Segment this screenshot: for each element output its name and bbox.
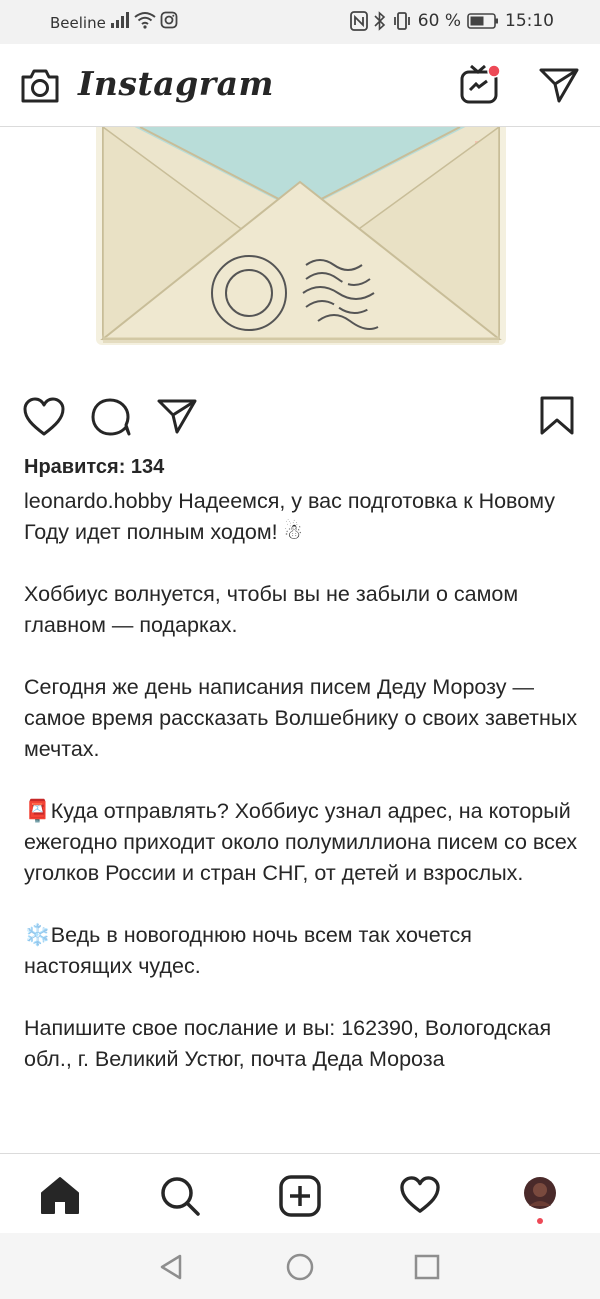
home-button-icon[interactable] [286, 1253, 314, 1281]
status-right: 60 % 15:10 [349, 11, 554, 31]
share-icon[interactable] [156, 397, 198, 435]
back-icon[interactable] [158, 1253, 184, 1281]
comment-icon[interactable] [90, 397, 132, 437]
wifi-icon [134, 12, 156, 29]
envelope-illustration [96, 81, 506, 345]
vibrate-icon [393, 12, 410, 30]
heart-icon[interactable] [22, 397, 66, 437]
home-icon[interactable] [40, 1175, 80, 1215]
post-caption: leonardo.hobby Надеемся, у вас подготовк… [24, 486, 584, 1106]
recents-icon[interactable] [414, 1254, 440, 1280]
system-navigation-bar [0, 1233, 600, 1299]
activity-heart-icon[interactable] [399, 1176, 441, 1214]
top-bar: Instagram [0, 44, 600, 127]
nfc-icon [349, 11, 368, 31]
igtv-icon[interactable] [458, 62, 504, 106]
post-image[interactable] [0, 81, 600, 380]
clock: 15:10 [505, 11, 554, 31]
caption-paragraph: Хоббиус волнуется, чтобы вы не забыли о … [24, 582, 519, 637]
bluetooth-icon [374, 11, 385, 31]
caption-first-paragraph: leonardo.hobby Надеемся, у вас подготовк… [24, 486, 584, 548]
status-bar: Beeline 60 % 15:10 [0, 0, 600, 44]
battery-icon [467, 13, 498, 29]
post-username[interactable]: leonardo.hobby [24, 489, 172, 513]
search-icon[interactable] [159, 1175, 201, 1217]
caption-paragraph: ❄️Ведь в новогоднюю ночь всем так хочетс… [24, 923, 472, 978]
direct-message-icon[interactable] [538, 66, 580, 104]
profile-avatar[interactable] [521, 1176, 559, 1226]
caption-paragraph: Сегодня же день написания писем Деду Мор… [24, 675, 578, 761]
status-left-icons [110, 11, 178, 29]
caption-paragraph: 📮Куда отправлять? Хоббиус узнал адрес, н… [24, 799, 578, 885]
bookmark-icon[interactable] [538, 395, 576, 437]
add-post-icon[interactable] [279, 1175, 321, 1217]
signal-icon [111, 12, 129, 28]
battery-percent: 60 % [417, 11, 461, 31]
bottom-navigation [0, 1153, 600, 1234]
camera-icon[interactable] [20, 68, 60, 104]
instagram-logo: Instagram [78, 64, 274, 103]
caption-paragraph: Напишите свое послание и вы: 162390, Вол… [24, 1016, 552, 1071]
likes-count[interactable]: Нравится: 134 [24, 456, 164, 479]
instagram-notification-icon [160, 11, 178, 29]
carrier-name: Beeline [50, 14, 106, 32]
